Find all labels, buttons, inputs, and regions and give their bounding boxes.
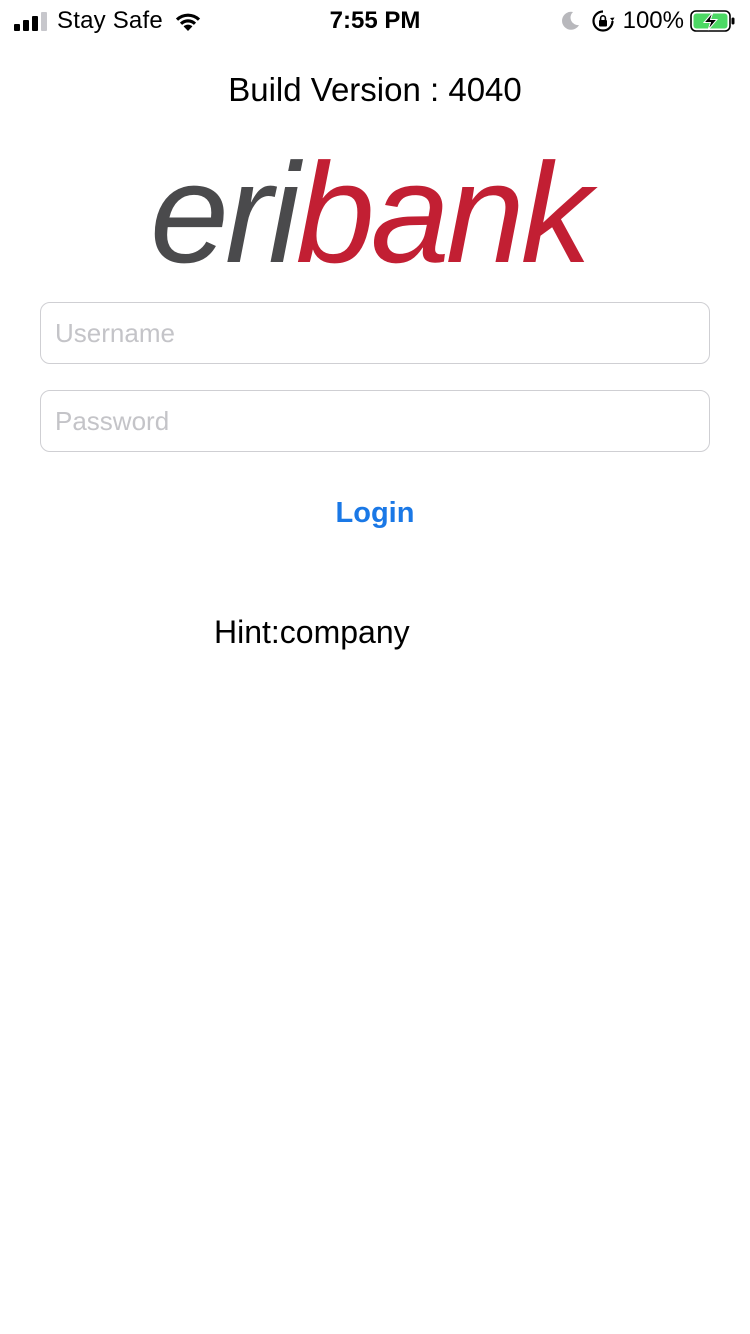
battery-percent: 100% [622, 7, 684, 34]
logo-text-bank: bank [296, 150, 598, 268]
orientation-lock-icon [592, 10, 615, 32]
status-bar: Stay Safe 7:55 PM 100% [0, 0, 750, 40]
password-field[interactable] [40, 390, 710, 452]
battery-charging-icon [690, 10, 735, 32]
eribank-logo: eribank [150, 150, 600, 268]
login-button[interactable]: Login [295, 490, 455, 536]
username-field[interactable] [40, 302, 710, 364]
build-version-label: Build Version : 4040 [228, 71, 522, 108]
svg-text:eribank: eribank [150, 150, 598, 268]
hint-label: Hint:company [214, 614, 410, 650]
logo-text-eri: eri [150, 150, 303, 268]
moon-icon [561, 11, 579, 30]
status-bar-right: 100% [559, 6, 736, 36]
login-screen: Stay Safe 7:55 PM 100% Build Version: 4… [0, 0, 750, 1334]
